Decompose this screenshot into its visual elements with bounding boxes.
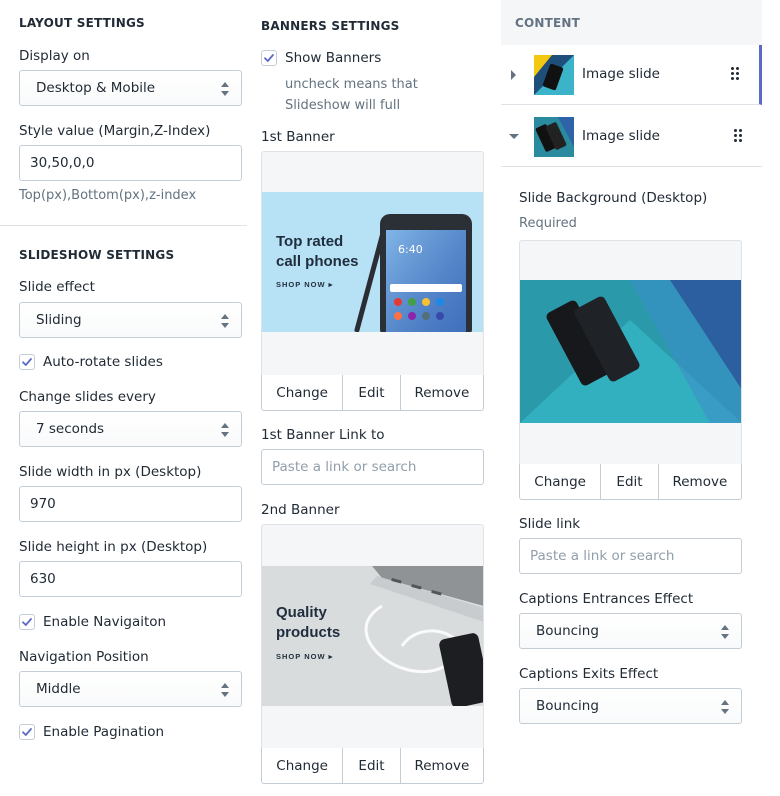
banner2-edit-button[interactable]: Edit [343, 748, 401, 783]
show-banners-checkbox[interactable] [261, 50, 277, 66]
banner1-title-line1: Top rated [276, 233, 344, 250]
slideshow-settings-heading: SLIDESHOW SETTINGS [19, 248, 175, 262]
enable-navigation-label[interactable]: Enable Navigaiton [43, 614, 166, 630]
banner2-change-button[interactable]: Change [262, 748, 344, 783]
banner2-remove-button[interactable]: Remove [401, 748, 483, 783]
banner2-image-box: Quality products SHOP NOW ▸ [261, 524, 484, 749]
captions-exit-label: Captions Exits Effect [519, 666, 659, 682]
enable-pagination-label[interactable]: Enable Pagination [43, 724, 164, 740]
banner2-label: 2nd Banner [261, 502, 340, 518]
slide-background-actions: Change Edit Remove [519, 464, 742, 500]
change-slides-select[interactable]: 7 seconds [19, 411, 242, 447]
change-slides-value: 7 seconds [36, 421, 105, 437]
select-caret-icon [721, 700, 729, 714]
navigation-position-label: Navigation Position [19, 649, 149, 665]
slide-effect-label: Slide effect [19, 279, 95, 295]
display-on-value: Desktop & Mobile [36, 80, 156, 96]
banner1-actions: Change Edit Remove [261, 375, 484, 411]
captions-entrance-select[interactable]: Bouncing [519, 613, 742, 649]
content-slide-row-2[interactable]: Image slide [501, 107, 762, 167]
change-slides-label: Change slides every [19, 389, 156, 405]
slide-width-value: 970 [30, 496, 56, 512]
slide-height-label: Slide height in px (Desktop) [19, 539, 208, 555]
show-banners-label[interactable]: Show Banners [285, 50, 381, 66]
enable-navigation-checkbox[interactable] [19, 614, 35, 630]
slide-height-value: 630 [30, 571, 56, 587]
banner2-title-line1: Quality [276, 604, 327, 621]
banner1-image-box: 6:40 Top rated call phones SHOP NOW ▸ [261, 151, 484, 376]
style-value-text: 30,50,0,0 [30, 155, 95, 171]
checkmark-icon [22, 358, 32, 366]
checkmark-icon [22, 728, 32, 736]
banner1-link-input[interactable]: Paste a link or search [261, 449, 484, 485]
select-caret-icon [221, 683, 229, 697]
navigation-position-select[interactable]: Middle [19, 671, 242, 707]
select-caret-icon [221, 423, 229, 437]
drag-handle-icon[interactable] [731, 67, 739, 81]
captions-entrance-label: Captions Entrances Effect [519, 591, 694, 607]
chevron-right-icon[interactable] [510, 70, 518, 80]
slide-effect-value: Sliding [36, 312, 82, 328]
content-slide-title-2: Image slide [582, 128, 660, 144]
slide-height-input[interactable]: 630 [19, 561, 242, 597]
banner1-phone-time: 6:40 [398, 243, 423, 256]
slide-background-image [520, 280, 741, 423]
style-value-input[interactable]: 30,50,0,0 [19, 145, 242, 181]
banner2-title: Quality products [276, 603, 340, 643]
banner1-label: 1st Banner [261, 129, 335, 145]
slide-width-input[interactable]: 970 [19, 486, 242, 522]
auto-rotate-label[interactable]: Auto-rotate slides [43, 354, 163, 370]
display-on-select[interactable]: Desktop & Mobile [19, 70, 242, 106]
style-value-hint: Top(px),Bottom(px),z-index [19, 188, 197, 203]
banner1-change-button[interactable]: Change [262, 375, 344, 410]
slide-background-hint: Required [519, 216, 577, 231]
slide-background-box [519, 240, 742, 465]
content-header: CONTENT [501, 0, 762, 45]
slide-link-input[interactable]: Paste a link or search [519, 538, 742, 574]
banner1-cta: SHOP NOW ▸ [276, 280, 334, 289]
slide-thumbnail-1 [534, 55, 574, 95]
checkmark-icon [22, 618, 32, 626]
slide-bg-edit-button[interactable]: Edit [601, 464, 659, 499]
captions-exit-select[interactable]: Bouncing [519, 688, 742, 724]
slide-link-label: Slide link [519, 516, 581, 532]
banner2-title-line2: products [276, 624, 341, 641]
banner1-edit-button[interactable]: Edit [343, 375, 401, 410]
banner1-link-placeholder: Paste a link or search [272, 459, 417, 475]
enable-pagination-checkbox[interactable] [19, 724, 35, 740]
content-slide-title-1: Image slide [582, 66, 660, 82]
content-slide-row-1[interactable]: Image slide [501, 45, 762, 105]
banner1-link-label: 1st Banner Link to [261, 427, 385, 443]
slide-link-placeholder: Paste a link or search [530, 548, 675, 564]
navigation-position-value: Middle [36, 681, 81, 697]
banner1-title: Top rated call phones [276, 232, 359, 272]
layout-settings-heading: LAYOUT SETTINGS [19, 16, 145, 30]
banner1-remove-button[interactable]: Remove [401, 375, 483, 410]
drag-handle-icon[interactable] [734, 129, 742, 143]
banner2-actions: Change Edit Remove [261, 748, 484, 784]
banner1-title-line2: call phones [276, 253, 359, 270]
captions-entrance-value: Bouncing [536, 623, 599, 639]
captions-exit-value: Bouncing [536, 698, 599, 714]
style-value-label: Style value (Margin,Z-Index) [19, 123, 211, 139]
select-caret-icon [221, 314, 229, 328]
checkmark-icon [264, 54, 274, 62]
select-caret-icon [221, 82, 229, 96]
select-caret-icon [721, 625, 729, 639]
chevron-down-icon[interactable] [509, 133, 519, 141]
show-banners-hint: uncheck means that Slideshow will full [285, 77, 418, 113]
banner2-cta: SHOP NOW ▸ [276, 652, 334, 661]
slide-bg-remove-button[interactable]: Remove [659, 464, 741, 499]
content-heading: CONTENT [515, 16, 581, 30]
auto-rotate-checkbox[interactable] [19, 354, 35, 370]
slide-bg-change-button[interactable]: Change [520, 464, 602, 499]
banners-settings-heading: BANNERS SETTINGS [261, 19, 400, 33]
section-divider [0, 225, 247, 226]
slide-thumbnail-2 [534, 117, 574, 157]
slide-width-label: Slide width in px (Desktop) [19, 464, 202, 480]
display-on-label: Display on [19, 48, 90, 64]
slide-background-label: Slide Background (Desktop) [519, 190, 708, 206]
slide-effect-select[interactable]: Sliding [19, 302, 242, 338]
